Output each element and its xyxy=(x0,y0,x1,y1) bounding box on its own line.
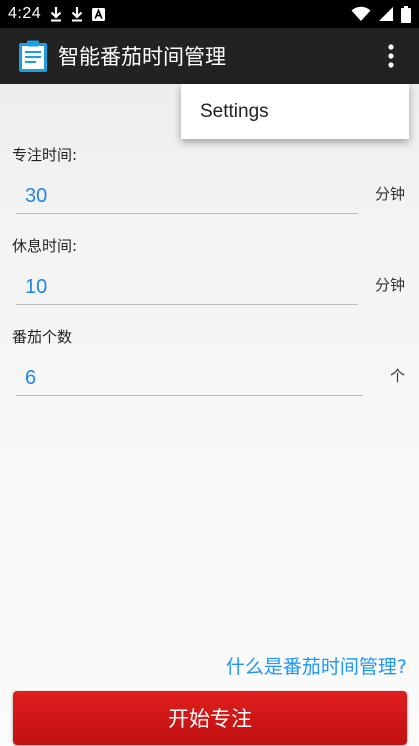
screen: 4:24 智能番茄时间管理 专注时间: 30 分钟 休息时间: 10 分钟 番茄… xyxy=(0,0,419,746)
status-time: 4:24 xyxy=(8,5,42,22)
help-link[interactable]: 什么是番茄时间管理? xyxy=(226,652,407,679)
rest-time-unit: 分钟 xyxy=(375,276,406,294)
signal-icon xyxy=(379,7,393,21)
rest-time-label: 休息时间: xyxy=(12,237,78,255)
status-right xyxy=(351,5,411,23)
main-content: 请设置 专注时间: 分钟 休息时间: 分钟 番茄个数 个 什么是番茄时间管理? … xyxy=(0,84,419,746)
clipboard-icon xyxy=(19,40,47,72)
tomato-count-input[interactable] xyxy=(16,362,363,396)
focus-time-input[interactable] xyxy=(16,180,358,214)
app-title: 智能番茄时间管理 xyxy=(58,45,226,69)
download-icon xyxy=(71,7,83,22)
download-icon xyxy=(50,7,62,22)
rest-time-input[interactable] xyxy=(16,271,358,305)
battery-icon xyxy=(401,5,411,23)
focus-time-unit: 分钟 xyxy=(375,185,406,203)
start-focus-button[interactable]: 开始专注 xyxy=(13,691,407,745)
keyboard-icon xyxy=(92,7,106,21)
overflow-menu: Settings xyxy=(181,84,409,139)
app-bar: 智能番茄时间管理 xyxy=(0,28,419,84)
focus-time-label: 专注时间: xyxy=(12,146,78,164)
menu-item-settings[interactable]: Settings xyxy=(200,101,269,123)
status-left: 4:24 xyxy=(8,5,106,23)
tomato-count-label: 番茄个数 xyxy=(12,328,73,346)
tomato-count-unit: 个 xyxy=(390,367,406,385)
wifi-icon xyxy=(351,6,371,21)
more-vert-icon[interactable] xyxy=(385,43,397,69)
status-bar: 4:24 xyxy=(0,0,419,28)
